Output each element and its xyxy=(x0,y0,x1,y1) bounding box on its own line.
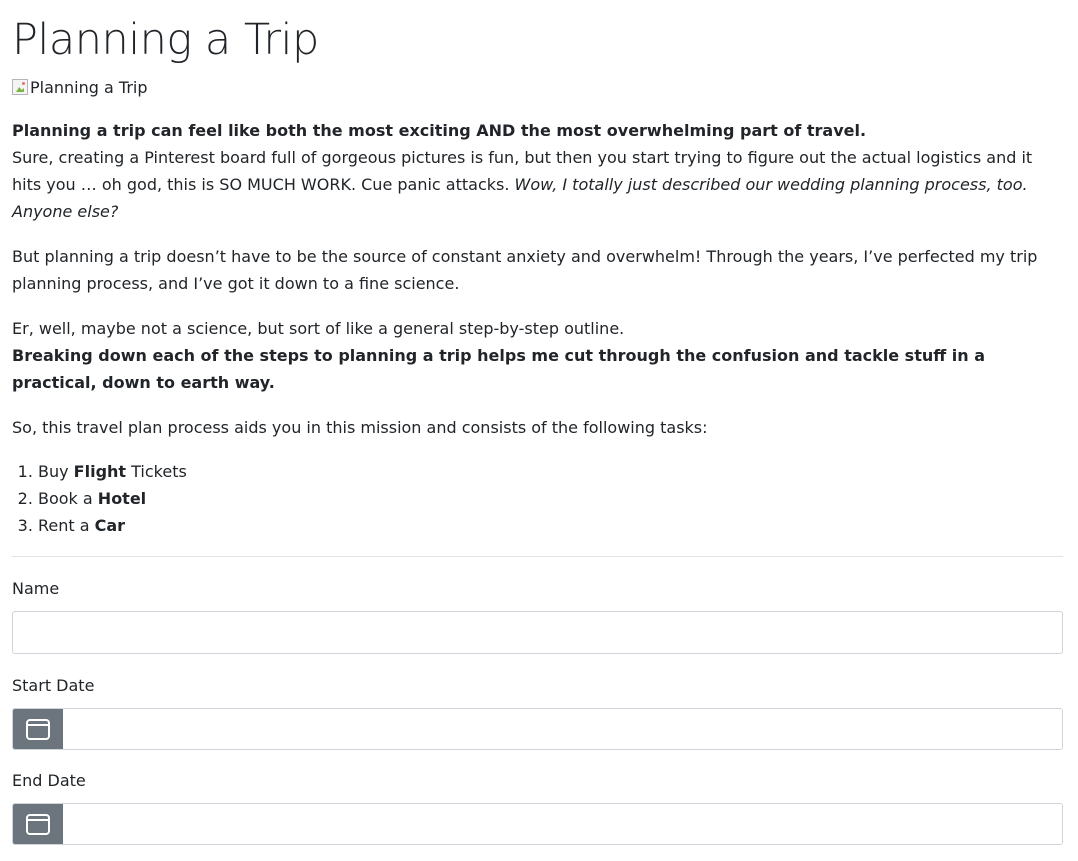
hero-image-alt: Planning a Trip xyxy=(30,77,148,97)
start-date-field-group: Start Date xyxy=(12,675,1063,750)
broken-image-icon xyxy=(12,79,28,95)
calendar-icon xyxy=(26,719,50,740)
start-date-input-group xyxy=(12,708,1063,750)
task-suffix: Tickets xyxy=(126,462,187,481)
start-date-input[interactable] xyxy=(63,709,1062,749)
task-item: Rent a Car xyxy=(38,512,1063,539)
end-date-input-group xyxy=(12,803,1063,845)
end-date-field-group: End Date xyxy=(12,770,1063,845)
start-date-calendar-button[interactable] xyxy=(13,709,63,749)
page-title: Planning a Trip xyxy=(12,15,319,65)
paragraph-4: So, this travel plan process aids you in… xyxy=(12,418,708,437)
name-field-group: Name xyxy=(12,578,1063,654)
task-prefix: Book a xyxy=(38,489,98,508)
paragraph-3-text: Er, well, maybe not a science, but sort … xyxy=(12,319,625,338)
task-item: Book a Hotel xyxy=(38,485,1063,512)
intro-bold-lead: Planning a trip can feel like both the m… xyxy=(12,121,867,140)
task-keyword: Hotel xyxy=(97,489,147,508)
task-keyword: Flight xyxy=(73,462,127,481)
name-label: Name xyxy=(12,579,60,598)
task-keyword: Car xyxy=(94,516,126,535)
end-date-input[interactable] xyxy=(63,804,1062,844)
intro-paragraph: Planning a trip can feel like both the m… xyxy=(12,117,1063,225)
task-prefix: Rent a xyxy=(38,516,95,535)
task-item: Buy Flight Tickets xyxy=(38,458,1063,485)
task-prefix: Buy xyxy=(38,462,74,481)
paragraph-3: Er, well, maybe not a science, but sort … xyxy=(12,315,1063,396)
paragraph-2: But planning a trip doesn’t have to be t… xyxy=(12,247,1038,293)
paragraph-3-bold: Breaking down each of the steps to plann… xyxy=(12,346,985,392)
task-list: Buy Flight Tickets Book a Hotel Rent a C… xyxy=(12,458,1063,539)
page-content: Planning a Trip Planning a Trip Planning… xyxy=(12,0,1063,845)
calendar-icon xyxy=(26,814,50,835)
name-input[interactable] xyxy=(12,611,1063,654)
start-date-label: Start Date xyxy=(12,676,95,695)
hero-image: Planning a Trip xyxy=(12,76,1063,98)
divider xyxy=(12,556,1063,557)
end-date-calendar-button[interactable] xyxy=(13,804,63,844)
end-date-label: End Date xyxy=(12,771,86,790)
